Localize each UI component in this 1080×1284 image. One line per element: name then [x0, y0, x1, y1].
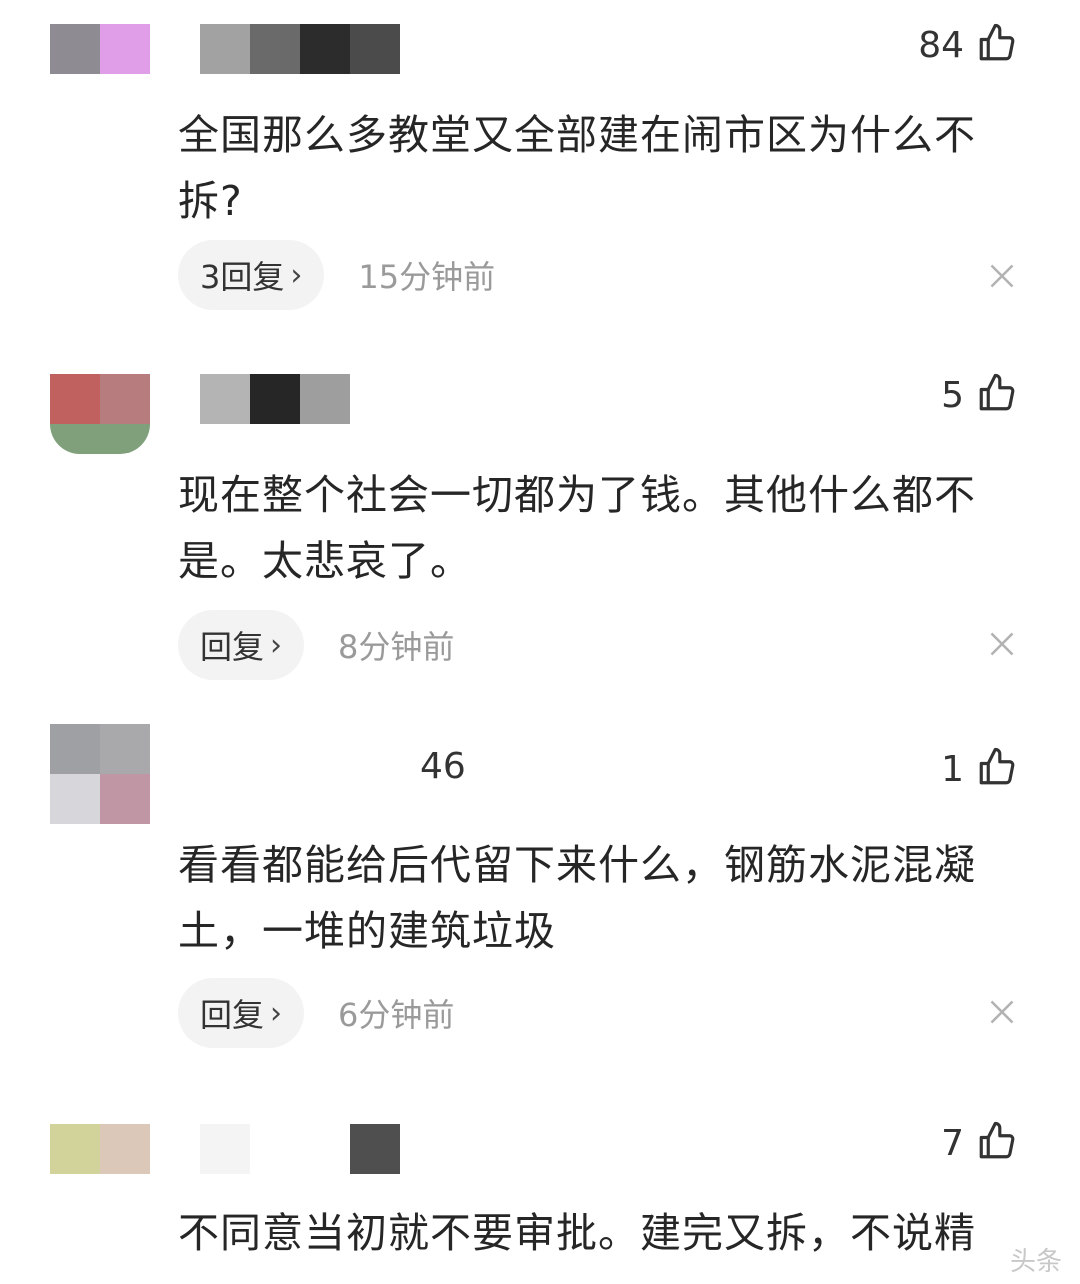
- avatar-tile: [100, 374, 150, 424]
- pixel-block: [250, 24, 300, 74]
- reply-label: 回复: [200, 996, 265, 1034]
- reply-button[interactable]: 回复 ›: [178, 978, 305, 1048]
- comment-actions: 3回复 › 15分钟前: [178, 240, 495, 310]
- pixel-block: [200, 374, 250, 424]
- comment-text: 全国那么多教堂又全部建在闹市区为什么不拆?: [178, 111, 976, 225]
- comment-text: 看看都能给后代留下来什么，钢筋水泥混凝土，一堆的建筑垃圾: [178, 841, 976, 955]
- reply-label: 回复: [200, 628, 265, 666]
- like-button[interactable]: 7: [941, 1120, 1018, 1166]
- chevron-right-icon: ›: [270, 995, 283, 1031]
- username-blurred[interactable]: [200, 24, 460, 74]
- like-count: 84: [918, 24, 964, 66]
- like-count: 1: [941, 748, 964, 790]
- avatar-tile: [50, 24, 100, 74]
- avatar-tile: [50, 424, 150, 454]
- like-button[interactable]: 5: [941, 372, 1018, 418]
- username-blurred[interactable]: [200, 374, 460, 424]
- comment-text: 现在整个社会一切都为了钱。其他什么都不是。太悲哀了。: [178, 471, 976, 585]
- avatar-tile: [50, 774, 100, 824]
- avatar-tile: [100, 1124, 150, 1174]
- timestamp: 6分钟前: [338, 996, 455, 1034]
- avatar[interactable]: [50, 24, 150, 124]
- avatar-tile: [50, 1124, 100, 1174]
- comment-text: 不同意当初就不要审批。建完又拆，不说精: [178, 1209, 976, 1257]
- avatar-tile: [50, 724, 100, 774]
- thumbs-up-icon: [976, 22, 1018, 68]
- reply-label: 3回复: [200, 258, 285, 296]
- pixel-block: [350, 24, 400, 74]
- username-blurred[interactable]: [200, 1124, 460, 1174]
- reply-button[interactable]: 回复 ›: [178, 610, 305, 680]
- avatar[interactable]: [50, 1124, 150, 1224]
- pixel-block: [300, 24, 350, 74]
- pixel-block: [250, 374, 300, 424]
- reply-button[interactable]: 3回复 ›: [178, 240, 325, 310]
- thumbs-up-icon: [976, 372, 1018, 418]
- watermark: 头条: [1009, 1247, 1062, 1277]
- thumbs-up-icon: [976, 746, 1018, 792]
- timestamp: 15分钟前: [358, 258, 496, 296]
- username-blurred[interactable]: 46: [200, 724, 466, 787]
- pixel-block: [300, 374, 350, 424]
- like-button[interactable]: 84: [918, 22, 1018, 68]
- close-icon[interactable]: [988, 262, 1016, 290]
- avatar[interactable]: [50, 374, 150, 474]
- username-tail: 46: [420, 746, 466, 787]
- close-icon[interactable]: [988, 998, 1016, 1026]
- avatar[interactable]: [50, 724, 150, 824]
- comment-actions: 回复 › 6分钟前: [178, 978, 454, 1048]
- avatar-tile: [100, 24, 150, 74]
- avatar-tile: [50, 374, 100, 424]
- chevron-right-icon: ›: [270, 627, 283, 663]
- avatar-tile: [100, 774, 150, 824]
- pixel-block: [200, 1124, 250, 1174]
- close-icon[interactable]: [988, 630, 1016, 658]
- comment-actions: 回复 › 8分钟前: [178, 610, 454, 680]
- thumbs-up-icon: [976, 1120, 1018, 1166]
- like-count: 7: [941, 1122, 964, 1164]
- chevron-right-icon: ›: [290, 257, 303, 293]
- like-button[interactable]: 1: [941, 746, 1018, 792]
- pixel-block: [350, 1124, 400, 1174]
- like-count: 5: [941, 374, 964, 416]
- avatar-tile: [100, 724, 150, 774]
- pixel-block: [200, 24, 250, 74]
- timestamp: 8分钟前: [338, 628, 455, 666]
